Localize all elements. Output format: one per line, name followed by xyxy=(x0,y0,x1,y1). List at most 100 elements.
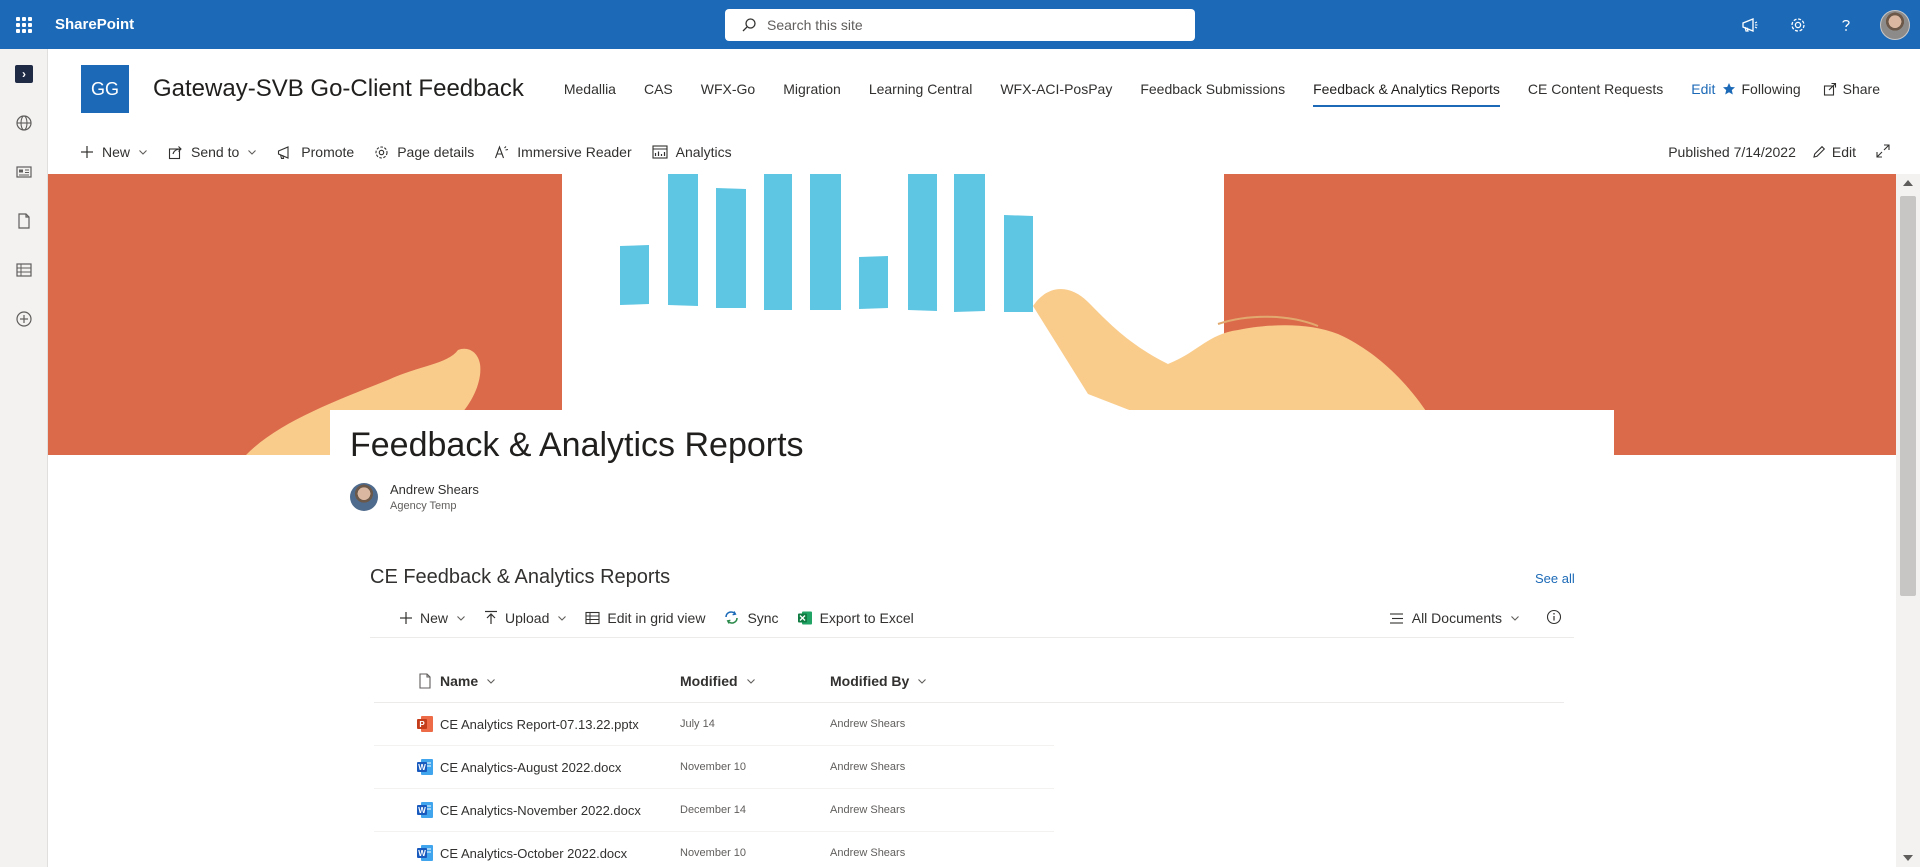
grid-icon xyxy=(585,611,600,624)
modified-by[interactable]: Andrew Shears xyxy=(830,804,980,816)
gear-icon xyxy=(375,145,388,159)
nav-item-learning-central[interactable]: Learning Central xyxy=(869,49,973,129)
new-page-button[interactable]: New xyxy=(70,133,158,171)
waffle-icon xyxy=(16,16,32,33)
nav-item-wfx-aci-pospay[interactable]: WFX-ACI-PosPay xyxy=(1000,49,1112,129)
modified-by-column-header[interactable]: Modified By xyxy=(830,673,980,689)
chevron-down-icon xyxy=(558,615,567,621)
document-table: Name Modified Modified By P CE Analytics… xyxy=(374,659,1564,867)
modified-column-header[interactable]: Modified xyxy=(680,673,830,689)
name-column-label: Name xyxy=(440,672,479,689)
search-icon xyxy=(742,18,756,32)
sync-button[interactable]: Sync xyxy=(714,610,787,626)
promote-button[interactable]: Promote xyxy=(267,133,364,171)
user-avatar[interactable] xyxy=(1880,9,1910,40)
upload-label: Upload xyxy=(505,609,550,626)
help-icon[interactable] xyxy=(1822,0,1870,49)
modified-date: July 14 xyxy=(680,718,715,730)
file-name[interactable]: CE Analytics-August 2022.docx xyxy=(440,760,680,775)
site-logo[interactable]: GG xyxy=(81,65,129,113)
library-title[interactable]: CE Feedback & Analytics Reports xyxy=(370,566,670,589)
modified-by[interactable]: Andrew Shears xyxy=(830,847,980,859)
scroll-up-icon[interactable] xyxy=(1903,180,1913,186)
sync-icon xyxy=(725,611,739,624)
modified-date: December 14 xyxy=(680,804,747,816)
view-label: All Documents xyxy=(1411,610,1502,626)
name-column-header[interactable]: Name xyxy=(440,673,680,689)
author-byline[interactable]: Andrew Shears Agency Temp xyxy=(350,482,479,512)
chevron-down-icon xyxy=(248,150,257,155)
table-row[interactable]: W CE Analytics-October 2022.docx Novembe… xyxy=(374,832,1054,867)
following-button[interactable]: Following xyxy=(1722,81,1801,97)
edit-page-button[interactable]: Edit xyxy=(1812,144,1856,160)
edit-grid-view-label: Edit in grid view xyxy=(607,609,706,626)
promote-label: Promote xyxy=(301,144,355,160)
view-selector[interactable]: All Documents xyxy=(1389,610,1528,626)
chevron-down-icon xyxy=(918,678,927,684)
upload-button[interactable]: Upload xyxy=(475,610,576,626)
modified-by-column-label: Modified By xyxy=(830,672,910,689)
news-icon[interactable] xyxy=(0,147,48,196)
search-input[interactable]: Search this site xyxy=(725,9,1195,41)
modified-column-label: Modified xyxy=(680,672,738,689)
immersive-reader-button[interactable]: Immersive Reader xyxy=(484,133,641,171)
immersive-reader-label: Immersive Reader xyxy=(517,144,632,160)
library-new-button[interactable]: New xyxy=(390,610,475,626)
page-title: Feedback & Analytics Reports xyxy=(350,426,804,464)
list-icon[interactable] xyxy=(0,245,48,294)
vertical-scrollbar[interactable] xyxy=(1896,174,1920,867)
edit-label: Edit xyxy=(1831,144,1856,160)
scroll-down-icon[interactable] xyxy=(1903,855,1913,861)
page-title-card: Feedback & Analytics Reports Andrew Shea… xyxy=(330,410,1614,538)
author-name[interactable]: Andrew Shears xyxy=(390,482,479,497)
chevron-down-icon xyxy=(139,150,147,155)
nav-item-ce-content-requests[interactable]: CE Content Requests xyxy=(1528,49,1663,129)
send-to-button[interactable]: Send to xyxy=(158,133,267,171)
document-icon[interactable] xyxy=(0,196,48,245)
globe-icon[interactable] xyxy=(0,98,48,147)
file-name[interactable]: CE Analytics Report-07.13.22.pptx xyxy=(440,717,680,732)
megaphone-icon[interactable] xyxy=(1726,0,1774,49)
word-file-icon: W xyxy=(374,800,440,820)
site-navigation: Medallia CAS WFX-Go Migration Learning C… xyxy=(564,49,1744,129)
chevron-down-icon xyxy=(1511,616,1519,621)
plus-icon xyxy=(81,146,93,158)
nav-item-migration[interactable]: Migration xyxy=(783,49,841,129)
create-plus-icon[interactable] xyxy=(0,294,48,343)
page-details-button[interactable]: Page details xyxy=(364,133,484,171)
file-type-column-icon[interactable] xyxy=(374,672,440,689)
analytics-button[interactable]: Analytics xyxy=(642,133,742,171)
site-title[interactable]: Gateway-SVB Go-Client Feedback xyxy=(153,75,524,103)
nav-item-feedback-analytics-reports[interactable]: Feedback & Analytics Reports xyxy=(1313,49,1500,129)
send-to-label: Send to xyxy=(191,144,240,160)
page-command-bar: New Send to Promote Page details Immersi… xyxy=(48,133,1920,171)
nav-item-medallia[interactable]: Medallia xyxy=(564,49,616,129)
rail-app-button[interactable]: › xyxy=(0,49,48,98)
app-name[interactable]: SharePoint xyxy=(55,16,134,33)
nav-item-cas[interactable]: CAS xyxy=(644,49,673,129)
file-name[interactable]: CE Analytics-November 2022.docx xyxy=(440,803,680,818)
table-row[interactable]: W CE Analytics-November 2022.docx Decemb… xyxy=(374,789,1054,832)
analytics-label: Analytics xyxy=(675,144,732,160)
edit-grid-view-button[interactable]: Edit in grid view xyxy=(576,610,714,626)
gear-icon[interactable] xyxy=(1774,0,1822,49)
svg-text:W: W xyxy=(418,763,426,772)
app-launcher-button[interactable] xyxy=(0,0,48,49)
modified-by[interactable]: Andrew Shears xyxy=(830,718,980,730)
scroll-thumb[interactable] xyxy=(1900,196,1916,596)
file-name[interactable]: CE Analytics-October 2022.docx xyxy=(440,846,680,861)
table-row[interactable]: W CE Analytics-August 2022.docx November… xyxy=(374,746,1054,789)
author-avatar[interactable] xyxy=(350,483,378,511)
library-new-label: New xyxy=(420,609,449,626)
page-canvas: Feedback & Analytics Reports Andrew Shea… xyxy=(48,174,1896,867)
plus-icon xyxy=(400,611,412,624)
nav-item-wfx-go[interactable]: WFX-Go xyxy=(701,49,755,129)
nav-item-feedback-submissions[interactable]: Feedback Submissions xyxy=(1140,49,1285,129)
info-icon[interactable] xyxy=(1546,609,1562,628)
modified-by[interactable]: Andrew Shears xyxy=(830,761,980,773)
table-row[interactable]: P CE Analytics Report-07.13.22.pptx July… xyxy=(374,703,1054,746)
share-button[interactable]: Share xyxy=(1823,81,1880,97)
export-excel-button[interactable]: Export to Excel xyxy=(788,610,923,626)
see-all-link[interactable]: See all xyxy=(1535,571,1575,586)
expand-icon[interactable] xyxy=(1876,143,1890,161)
